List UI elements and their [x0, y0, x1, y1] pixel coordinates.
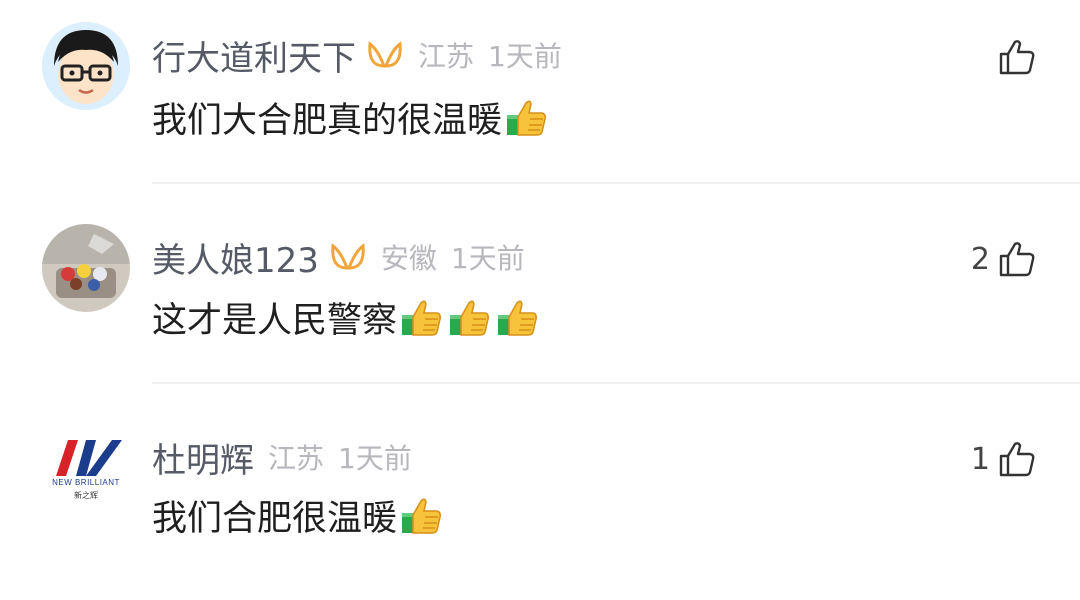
comment-header: 美人娘123 安徽 1天前: [152, 232, 525, 282]
username[interactable]: 杜明辉: [152, 433, 254, 482]
comment-item: 行大道利天下 江苏 1天前 我们大合肥真的很温暖: [0, 0, 1080, 200]
comment-item: NEW BRILLIANT 新之辉 杜明辉 江苏 1天前 我们合肥很温暖 1: [0, 400, 1080, 600]
emoji-group: [399, 295, 543, 339]
comment-body: 我们合肥很温暖: [152, 490, 447, 540]
thumbs-up-emoji-icon: [402, 498, 441, 534]
comment-item: 美人娘123 安徽 1天前 这才是人民警察 2: [0, 200, 1080, 400]
user-avatar[interactable]: [42, 22, 130, 110]
emoji-group: [504, 95, 552, 139]
location: 江苏: [418, 40, 475, 73]
cartoon-boy-avatar-icon: [42, 22, 130, 110]
username[interactable]: 美人娘123: [152, 233, 319, 282]
thumbs-up-emoji-icon: [450, 300, 489, 336]
comment-body: 我们大合肥真的很温暖: [152, 92, 552, 142]
cupcakes-photo-avatar-icon: [42, 224, 130, 312]
logo-subcaption: 新之辉: [74, 491, 98, 500]
location: 江苏: [268, 442, 325, 475]
username[interactable]: 行大道利天下: [152, 31, 356, 80]
comment-text: 这才是人民警察: [152, 300, 398, 341]
timestamp: 1天前: [338, 442, 412, 475]
like-control[interactable]: [990, 32, 1036, 82]
like-control[interactable]: 1: [971, 434, 1036, 484]
logo-caption: NEW BRILLIANT: [52, 478, 120, 487]
vip-badge-icon: [368, 41, 402, 68]
like-count: 1: [970, 441, 990, 477]
thumbs-up-icon[interactable]: [998, 38, 1036, 76]
divider: [152, 382, 1080, 384]
thumbs-up-icon[interactable]: [998, 440, 1036, 478]
thumbs-up-icon[interactable]: [998, 240, 1036, 278]
timestamp: 1天前: [450, 242, 525, 275]
thumbs-up-emoji-icon: [402, 300, 441, 336]
vip-badge-icon: [331, 243, 365, 270]
comment-header: 行大道利天下 江苏 1天前: [152, 30, 562, 80]
thumbs-up-emoji-icon: [498, 300, 537, 336]
user-avatar[interactable]: NEW BRILLIANT 新之辉: [42, 426, 130, 514]
thumbs-up-emoji-icon: [507, 100, 546, 136]
timestamp: 1天前: [488, 40, 562, 73]
comment-text: 我们合肥很温暖: [152, 498, 398, 539]
like-control[interactable]: 2: [971, 234, 1036, 284]
location: 安徽: [380, 242, 437, 275]
emoji-group: [399, 493, 447, 537]
like-count: 2: [970, 241, 990, 277]
comment-body: 这才是人民警察: [152, 292, 543, 342]
divider: [152, 182, 1080, 184]
comment-header: 杜明辉 江苏 1天前: [152, 432, 412, 482]
user-avatar[interactable]: [42, 224, 130, 312]
comment-text: 我们大合肥真的很温暖: [152, 100, 503, 141]
